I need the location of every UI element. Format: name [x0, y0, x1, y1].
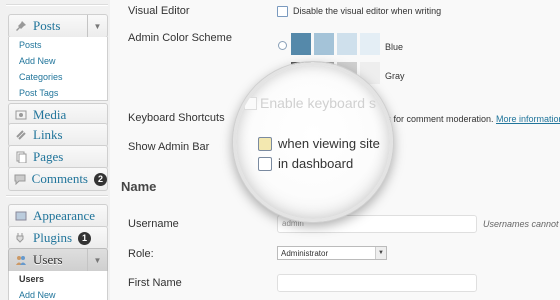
disable-visual-editor-checkbox[interactable]	[277, 6, 288, 17]
keyboard-shortcuts-description: ts for comment moderation.	[384, 114, 494, 124]
menu-separator	[6, 193, 108, 199]
admin-color-scheme-label: Admin Color Scheme	[128, 32, 232, 44]
plugins-update-badge: 1	[78, 231, 92, 245]
color-scheme-blue-radio[interactable]	[278, 41, 287, 50]
submenu-item-add-new-user[interactable]: Add New	[9, 287, 107, 300]
admin-bar-dashboard-checkbox[interactable]	[258, 157, 272, 171]
first-name-field[interactable]	[277, 274, 477, 292]
sidebar-item-label: Media	[33, 107, 67, 122]
username-label: Username	[128, 218, 179, 230]
submenu-item-users[interactable]: Users	[9, 271, 107, 287]
sidebar-item-label: Links	[33, 127, 63, 142]
sidebar-item-appearance[interactable]: Appearance	[8, 204, 108, 228]
blue-swatch-1	[291, 33, 311, 55]
enable-keyboard-shortcuts-checkbox[interactable]	[244, 97, 257, 110]
sidebar-item-links[interactable]: Links	[8, 123, 108, 147]
media-icon	[14, 108, 28, 122]
username-note: Usernames cannot	[483, 219, 559, 229]
chevron-down-icon[interactable]: ▼	[87, 15, 107, 37]
color-scheme-gray-name: Gray	[385, 71, 405, 81]
chevron-down-icon: ▼	[375, 247, 386, 259]
posts-submenu: Posts Add New Categories Post Tags	[8, 37, 108, 101]
sidebar-item-label: Appearance	[33, 208, 96, 223]
comments-count-badge: 2	[94, 172, 107, 186]
enable-keyboard-shortcuts-label: Enable keyboard s	[260, 95, 376, 111]
sidebar-item-label: Pages	[33, 149, 64, 164]
blue-swatch-4	[360, 33, 380, 55]
users-submenu: Users Add New	[8, 271, 108, 300]
pushpin-icon	[14, 19, 28, 33]
admin-bar-viewing-site-checkbox[interactable]	[258, 137, 272, 151]
users-icon	[14, 253, 28, 267]
sidebar-item-label: Users	[33, 252, 63, 267]
role-label: Role:	[128, 248, 154, 260]
admin-bar-viewing-site-label: when viewing site	[278, 136, 380, 151]
menu-separator	[6, 2, 108, 8]
chevron-down-icon[interactable]: ▼	[87, 249, 107, 271]
sidebar-item-users[interactable]: Users ▼	[8, 248, 108, 272]
appearance-icon	[14, 209, 28, 223]
page-icon	[14, 150, 28, 164]
plugin-icon	[14, 231, 28, 245]
color-scheme-blue-name: Blue	[385, 42, 404, 52]
blue-swatch-3	[337, 33, 357, 55]
show-admin-bar-label: Show Admin Bar	[128, 141, 210, 153]
comments-icon	[14, 172, 27, 186]
keyboard-shortcuts-label: Keyboard Shortcuts	[128, 112, 225, 124]
first-name-label: First Name	[128, 277, 182, 289]
submenu-item-categories[interactable]: Categories	[9, 69, 107, 85]
submenu-item-posts[interactable]: Posts	[9, 37, 107, 53]
submenu-item-post-tags[interactable]: Post Tags	[9, 85, 107, 101]
role-select[interactable]: Administrator ▼	[277, 246, 387, 260]
sidebar-item-comments[interactable]: Comments 2	[8, 167, 108, 191]
keyboard-shortcuts-more-info-link[interactable]: More information	[496, 114, 560, 124]
sidebar-item-posts[interactable]: Posts ▼	[8, 14, 108, 38]
magnifier-lens: Enable keyboard s when viewing site in d…	[233, 62, 393, 222]
blue-swatch-2	[314, 33, 334, 55]
role-select-value: Administrator	[281, 248, 329, 258]
link-icon	[14, 128, 28, 142]
sidebar-item-label: Comments	[31, 171, 88, 186]
visual-editor-label: Visual Editor	[128, 5, 190, 17]
admin-sidebar: Posts ▼ Posts Add New Categories Post Ta…	[0, 0, 110, 300]
submenu-item-add-new[interactable]: Add New	[9, 53, 107, 69]
sidebar-item-plugins[interactable]: Plugins 1	[8, 226, 108, 250]
sidebar-item-pages[interactable]: Pages	[8, 145, 108, 169]
admin-bar-dashboard-label: in dashboard	[278, 156, 354, 171]
name-section-heading: Name	[121, 179, 157, 194]
sidebar-item-label: Plugins	[33, 230, 73, 245]
disable-visual-editor-label: Disable the visual editor when writing	[293, 6, 442, 16]
sidebar-item-label: Posts	[33, 18, 61, 33]
